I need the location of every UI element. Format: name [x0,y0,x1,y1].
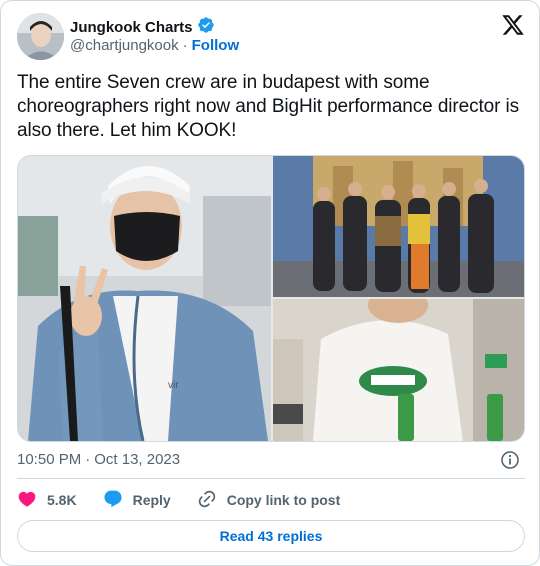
media-photo-2[interactable] [273,156,524,297]
copy-link-label: Copy link to post [226,492,341,508]
author-handle-row: @chartjungkook · Follow [70,37,239,54]
media-photo-1[interactable]: vir [18,156,271,441]
reply-button[interactable]: Reply [103,489,171,512]
author-handle[interactable]: @chartjungkook [70,37,179,54]
author-name-row: Jungkook Charts [70,16,215,39]
copy-link-button[interactable]: Copy link to post [197,489,341,512]
tweet-card: Jungkook Charts @chartjungkook · Follow … [0,0,540,566]
handle-separator: · [182,37,188,54]
link-icon [197,489,217,512]
reply-label: Reply [132,492,171,508]
media-photo-3[interactable] [273,299,524,441]
speech-bubble-icon [103,489,123,512]
info-icon[interactable] [501,451,519,469]
read-replies-button[interactable]: Read 43 replies [17,520,525,552]
follow-button[interactable]: Follow [192,37,240,54]
tweet-timestamp[interactable]: 10:50 PM · Oct 13, 2023 [17,451,180,468]
action-bar: 5.8K Reply Copy link to post [17,489,366,511]
timestamp-separator: · [85,451,91,468]
x-logo-icon[interactable] [501,13,525,37]
media-grid: vir [17,155,525,442]
tweet-date: Oct 13, 2023 [94,451,181,468]
like-button[interactable]: 5.8K [17,489,77,512]
shirt-text: vir [168,380,179,391]
tweet-header: Jungkook Charts @chartjungkook · Follow [17,13,525,61]
divider [17,478,525,479]
author-display-name[interactable]: Jungkook Charts [70,19,193,36]
verified-badge-icon [197,16,215,39]
heart-icon [17,489,37,512]
like-count: 5.8K [47,492,77,508]
avatar-image [17,13,64,60]
avatar[interactable] [17,13,64,60]
tweet-time: 10:50 PM [17,451,82,468]
tweet-text: The entire Seven crew are in budapest wi… [17,72,520,141]
